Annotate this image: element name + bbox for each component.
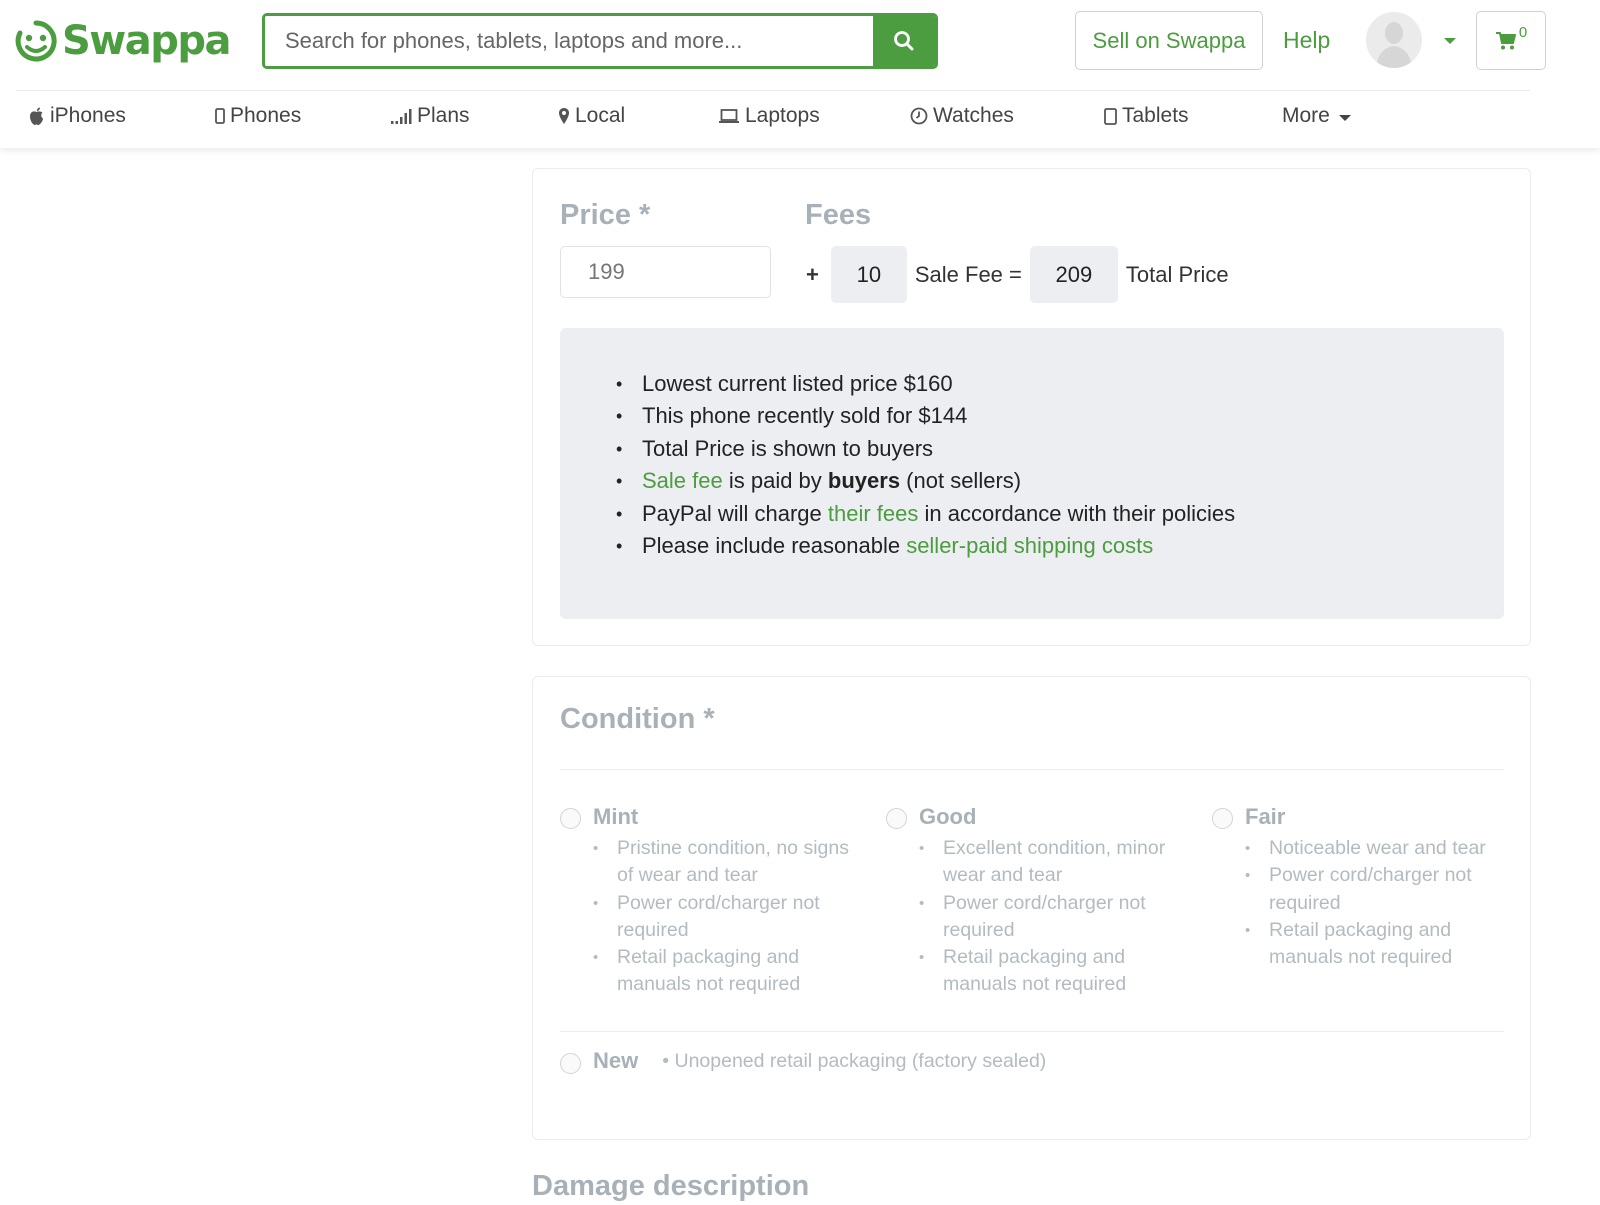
swappa-logo-icon: [15, 20, 57, 62]
price-info-list: Lowest current listed price $160 This ph…: [616, 368, 1504, 563]
tablet-icon: [1104, 107, 1117, 125]
condition-card: Condition * Mint Pristine condition, no …: [532, 676, 1531, 1140]
condition-name[interactable]: New: [593, 1048, 638, 1074]
help-link[interactable]: Help: [1283, 27, 1330, 54]
condition-title: Condition *: [560, 703, 715, 735]
price-card: Price * Fees + 10 Sale Fee = 209 Total P…: [532, 168, 1531, 646]
fair-radio[interactable]: [1212, 808, 1233, 829]
nav-label: iPhones: [50, 104, 126, 127]
condition-option-new: New • Unopened retail packaging (factory…: [560, 1045, 1046, 1077]
new-radio[interactable]: [560, 1052, 581, 1074]
nav-label: More: [1282, 104, 1330, 127]
apple-icon: [28, 107, 45, 126]
sale-fee-value: 10: [830, 246, 907, 303]
header-divider: [16, 90, 1530, 91]
condition-name[interactable]: Fair: [1245, 804, 1285, 830]
search-bar: [262, 13, 938, 69]
phone-icon: [215, 108, 225, 124]
info-text: (not sellers): [900, 468, 1022, 494]
condition-bullet: Retail packaging and manuals not require…: [1245, 917, 1515, 972]
caret-down-icon: [1338, 114, 1351, 121]
condition-bullet: Excellent condition, minor wear and tear: [919, 835, 1179, 890]
condition-divider: [560, 1031, 1504, 1032]
sale-fee-text: Sale Fee =: [914, 261, 1022, 287]
nav-item-plans[interactable]: Plans: [390, 104, 470, 128]
condition-name[interactable]: Good: [919, 804, 976, 830]
nav-label: Laptops: [745, 104, 820, 127]
info-text: Total Price is shown to buyers: [642, 435, 934, 461]
shipping-costs-link[interactable]: seller-paid shipping costs: [906, 533, 1153, 558]
condition-bullet: Power cord/charger not required: [1245, 862, 1515, 917]
sale-fee-link[interactable]: Sale fee: [642, 468, 723, 493]
condition-new-desc: • Unopened retail packaging (factory sea…: [662, 1049, 1047, 1072]
nav-item-tablets[interactable]: Tablets: [1104, 104, 1189, 128]
price-label: Price *: [560, 199, 651, 231]
price-info-box: Lowest current listed price $160 This ph…: [560, 328, 1504, 619]
info-item: This phone recently sold for $144: [616, 400, 1504, 433]
category-nav: iPhones Phones Plans Local Laptops Watch…: [0, 92, 1600, 144]
condition-bullet: Power cord/charger not required: [593, 890, 853, 945]
nav-label: Plans: [417, 104, 470, 127]
condition-bullets: Pristine condition, no signs of wear and…: [593, 835, 853, 999]
nav-item-iphones[interactable]: iPhones: [28, 104, 126, 128]
condition-bullet: Noticeable wear and tear: [1245, 835, 1515, 863]
info-text-bold: buyers: [827, 468, 901, 494]
cart-icon: [1495, 31, 1516, 49]
good-radio[interactable]: [886, 808, 907, 829]
brand-name: Swappa: [62, 18, 232, 64]
swappa-logo[interactable]: Swappa: [14, 14, 232, 68]
plus-sign: +: [806, 261, 819, 287]
clock-icon: [910, 107, 928, 125]
condition-bullet: Power cord/charger not required: [919, 890, 1179, 945]
user-avatar[interactable]: [1366, 12, 1422, 68]
condition-name[interactable]: Mint: [593, 804, 638, 830]
nav-item-laptops[interactable]: Laptops: [718, 104, 820, 128]
fee-calculation: + 10 Sale Fee = 209 Total Price: [805, 246, 1237, 303]
signal-icon: [390, 108, 412, 124]
nav-label: Tablets: [1122, 104, 1189, 127]
info-text: Lowest current listed price $160: [642, 371, 953, 396]
nav-label: Watches: [933, 104, 1014, 127]
laptop-icon: [718, 108, 740, 124]
nav-item-local[interactable]: Local: [558, 104, 625, 128]
condition-bullet: Retail packaging and manuals not require…: [593, 944, 853, 999]
nav-item-watches[interactable]: Watches: [910, 104, 1014, 128]
search-input[interactable]: [265, 16, 873, 66]
info-text: This phone recently sold for $144: [642, 403, 968, 429]
damage-description-title: Damage description: [532, 1170, 810, 1202]
total-price-text: Total Price: [1125, 261, 1229, 287]
search-icon: [894, 31, 914, 51]
info-text: in accordance with their policies: [918, 500, 1236, 526]
nav-label: Phones: [230, 104, 302, 127]
price-input[interactable]: [560, 246, 771, 298]
map-marker-icon: [558, 107, 570, 125]
their-fees-link[interactable]: their fees: [828, 501, 919, 526]
cart-count: 0: [1518, 24, 1528, 41]
user-menu-caret-icon[interactable]: [1444, 38, 1456, 44]
info-text: Please include reasonable: [642, 533, 907, 559]
info-item: PayPal will charge their fees in accorda…: [616, 498, 1504, 531]
condition-bullet: Pristine condition, no signs of wear and…: [593, 835, 853, 890]
info-item: Please include reasonable seller-paid sh…: [616, 530, 1504, 563]
nav-item-phones[interactable]: Phones: [215, 104, 301, 128]
info-item: Lowest current listed price $160: [616, 368, 1504, 401]
condition-bullets: Excellent condition, minor wear and tear…: [919, 835, 1179, 999]
info-text: PayPal will charge: [642, 500, 828, 526]
nav-label: Local: [575, 104, 626, 127]
info-item: Total Price is shown to buyers: [616, 433, 1504, 466]
fees-label: Fees: [805, 199, 872, 231]
condition-divider: [560, 769, 1504, 770]
search-button[interactable]: [873, 16, 935, 66]
condition-bullets: Noticeable wear and tear Power cord/char…: [1245, 835, 1515, 971]
mint-radio[interactable]: [560, 808, 581, 829]
sell-on-swappa-button[interactable]: Sell on Swappa: [1075, 11, 1263, 70]
info-text: is paid by: [722, 468, 828, 494]
total-price-value: 209: [1029, 246, 1118, 303]
nav-item-more[interactable]: More: [1282, 104, 1351, 128]
site-header: Swappa Sell on Swappa Help 0: [0, 0, 1600, 148]
info-item: Sale fee is paid by buyers (not sellers): [616, 465, 1504, 498]
condition-bullet: Retail packaging and manuals not require…: [919, 944, 1179, 999]
cart-button[interactable]: 0: [1476, 11, 1546, 70]
user-silhouette-icon: [1366, 12, 1422, 68]
